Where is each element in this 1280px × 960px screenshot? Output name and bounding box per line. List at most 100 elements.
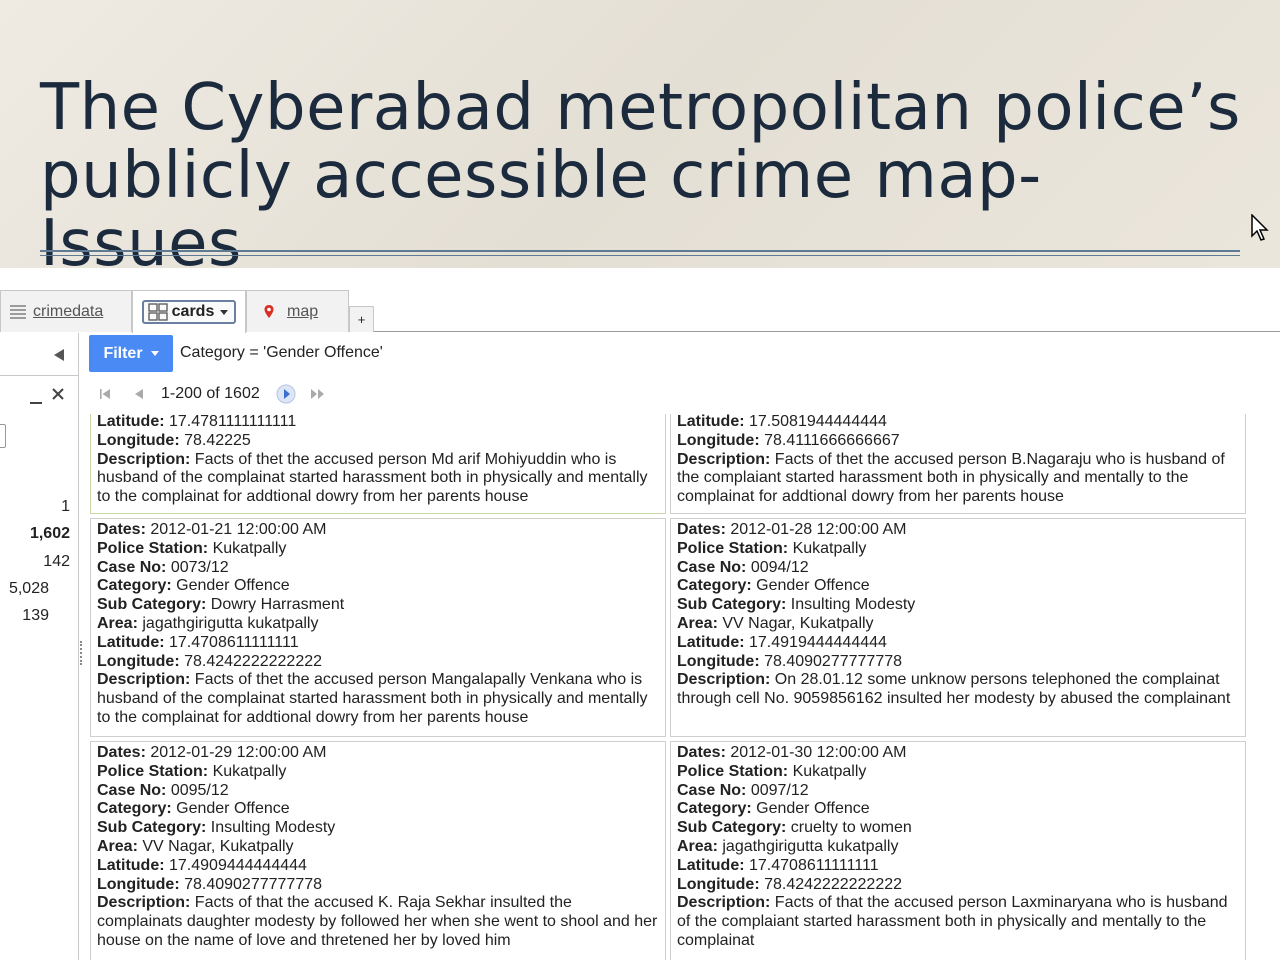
field-label: Longitude:: [97, 431, 180, 449]
tab-cards[interactable]: cards: [132, 290, 246, 333]
longitude-value: 78.4090277777778: [764, 652, 903, 670]
chevron-down-icon: [220, 309, 229, 315]
field-label: Longitude:: [97, 875, 180, 893]
subcategory-value: cruelty to women: [790, 819, 912, 837]
field-label: Category:: [677, 577, 752, 595]
field-label: Police Station:: [97, 762, 209, 780]
first-page-icon[interactable]: [95, 384, 115, 404]
field-label: Police Station:: [677, 539, 789, 557]
record-card[interactable]: Latitude: 17.4781111111111 Longitude: 78…: [90, 414, 666, 514]
last-page-icon[interactable]: [308, 384, 328, 404]
filter-expression[interactable]: Category = 'Gender Offence': [180, 344, 383, 362]
tab-map[interactable]: map: [246, 290, 349, 332]
field-label: Description:: [677, 450, 771, 468]
tab-map-label: map: [287, 302, 319, 320]
tab-crimedata-label: crimedata: [33, 302, 104, 320]
field-label: Area:: [677, 837, 718, 855]
sidebar-stat: 139: [22, 607, 49, 624]
field-label: Dates:: [677, 744, 726, 761]
next-page-icon[interactable]: [276, 384, 296, 404]
record-card[interactable]: Dates: 2012-01-28 12:00:00 AM Police Sta…: [670, 518, 1246, 737]
latitude-value: 17.4919444444444: [749, 633, 887, 651]
sidebar-stat: 1,602: [29, 525, 70, 542]
field-label: Latitude:: [677, 414, 745, 430]
area-value: VV Nagar, Kukatpally: [722, 614, 874, 632]
field-label: Description:: [97, 894, 191, 912]
area-value: VV Nagar, Kukatpally: [142, 837, 294, 855]
station-value: Kukatpally: [212, 539, 287, 557]
longitude-value: 78.4090277777778: [184, 875, 323, 893]
field-label: Longitude:: [677, 875, 760, 893]
filter-button-label: Filter: [103, 344, 143, 362]
field-label: Case No:: [97, 781, 167, 799]
field-label: Description:: [677, 671, 771, 689]
station-value: Kukatpally: [792, 762, 867, 780]
record-card[interactable]: Dates: 2012-01-21 12:00:00 AM Police Sta…: [90, 518, 666, 737]
record-card[interactable]: Latitude: 17.5081944444444 Longitude: 78…: [670, 414, 1246, 514]
prev-page-icon[interactable]: [129, 384, 149, 404]
station-value: Kukatpally: [792, 539, 867, 557]
sidebar-input-edge[interactable]: [0, 424, 6, 448]
dates-value: 2012-01-28 12:00:00 AM: [730, 521, 907, 538]
slide-title-line-1: The Cyberabad metropolitan police’s: [40, 71, 1241, 145]
category-value: Gender Offence: [756, 800, 870, 818]
field-label: Latitude:: [97, 633, 165, 651]
dates-value: 2012-01-21 12:00:00 AM: [150, 521, 327, 538]
sidebar-panel: 1 1,602 142 5,028 139: [0, 333, 82, 960]
field-label: Longitude:: [677, 431, 760, 449]
area-value: jagathgirigutta kukatpally: [722, 837, 899, 855]
field-label: Sub Category:: [677, 596, 787, 614]
case-value: 0094/12: [750, 558, 809, 576]
sidebar-stat: 5,028: [8, 580, 49, 597]
field-label: Area:: [97, 837, 138, 855]
field-label: Longitude:: [97, 652, 180, 670]
title-divider: [40, 250, 1240, 256]
case-value: 0097/12: [750, 781, 809, 799]
category-value: Gender Offence: [176, 577, 290, 595]
slide-header: The Cyberabad metropolitan police’s publ…: [0, 0, 1280, 278]
case-value: 0095/12: [170, 781, 229, 799]
cards-tab-dropdown[interactable]: cards: [141, 300, 237, 324]
minimize-icon[interactable]: [29, 391, 43, 405]
record-card[interactable]: Dates: 2012-01-30 12:00:00 AM Police Sta…: [670, 741, 1246, 960]
pagination: 1-200 of 1602: [95, 384, 328, 404]
fusion-table-app: crimedata cards map + 1 1,602 142 5,028 …: [0, 268, 1280, 960]
longitude-value: 78.42225: [184, 431, 251, 449]
field-label: Sub Category:: [677, 819, 787, 837]
field-label: Description:: [97, 671, 191, 689]
field-label: Sub Category:: [97, 819, 207, 837]
add-tab-button[interactable]: +: [349, 306, 374, 332]
field-label: Category:: [97, 577, 172, 595]
slide-title: The Cyberabad metropolitan police’s publ…: [40, 74, 1260, 278]
sidebar-resize-handle[interactable]: [80, 641, 83, 665]
subcategory-value: Insulting Modesty: [210, 819, 336, 837]
field-label: Dates:: [677, 521, 726, 538]
field-label: Description:: [97, 450, 191, 468]
chevron-down-icon: [150, 351, 159, 356]
tab-crimedata[interactable]: crimedata: [0, 290, 132, 332]
field-label: Area:: [677, 614, 718, 632]
category-value: Gender Offence: [176, 800, 290, 818]
field-label: Case No:: [97, 558, 167, 576]
rows-icon: [10, 304, 26, 319]
sidebar-stat: 142: [43, 553, 70, 570]
field-label: Police Station:: [97, 539, 209, 557]
latitude-value: 17.4909444444444: [169, 856, 307, 874]
longitude-value: 78.4242222222222: [764, 875, 903, 893]
mouse-cursor-icon: [1251, 214, 1269, 241]
dates-value: 2012-01-30 12:00:00 AM: [730, 744, 907, 761]
field-label: Category:: [97, 800, 172, 818]
field-label: Latitude:: [677, 856, 745, 874]
close-icon[interactable]: [51, 387, 65, 401]
field-label: Description:: [677, 894, 771, 912]
station-value: Kukatpally: [212, 762, 287, 780]
collapse-left-icon[interactable]: [52, 348, 66, 362]
longitude-value: 78.4111666666667: [764, 431, 900, 449]
filter-button[interactable]: Filter: [89, 335, 173, 372]
page-range: 1-200 of 1602: [161, 385, 260, 402]
field-label: Latitude:: [97, 414, 165, 430]
record-card[interactable]: Dates: 2012-01-29 12:00:00 AM Police Sta…: [90, 741, 666, 960]
field-label: Case No:: [677, 558, 747, 576]
dates-value: 2012-01-29 12:00:00 AM: [150, 744, 327, 761]
field-label: Longitude:: [677, 652, 760, 670]
